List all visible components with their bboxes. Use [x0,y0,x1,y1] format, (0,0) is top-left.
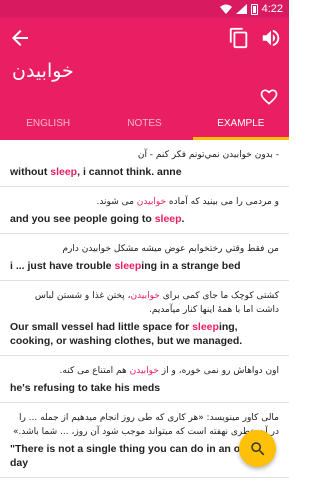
example-text: he's refusing to take his meds [10,382,161,394]
example-item[interactable]: - بدون خوابیدن نمي‌تونم فكر كنم - آن with… [0,140,289,187]
tab-bar: ENGLISH NOTES EXAMPLE [0,114,290,140]
highlighted-word: sleep [114,260,142,272]
example-text: "There is not a single thing you can do … [10,443,276,469]
example-english: he's refusing to take his meds [10,381,279,395]
volume-icon[interactable] [260,27,282,49]
copy-icon[interactable] [228,27,250,49]
word-title: خوابیدن [12,60,74,82]
example-text: i ... just have trouble [10,260,115,272]
search-icon [250,441,264,455]
example-text: and you see people going to [10,213,155,225]
search-fab[interactable] [239,430,276,467]
example-text: هم امتناع می کنه. [59,366,130,376]
example-list: - بدون خوابیدن نمي‌تونم فكر كنم - آن with… [0,140,289,482]
signal-icon [235,4,247,14]
example-text: without [10,166,51,178]
example-text: - بدون خوابیدن نمي‌تونم فكر كنم - آن [137,150,279,160]
app-bar: خوابیدن [0,18,289,114]
example-persian: و مردمی را می بینید که آماده خوابیدن می … [10,195,279,209]
example-text: مالی کاور مینویسد: «هر کاری که طی روز ان… [12,413,279,437]
example-persian: من فقط وقتي رختخوابم عوض ميشه مشكل خوابي… [10,242,279,256]
example-english: and you see people going to sleep. [10,212,279,226]
back-arrow-icon[interactable] [8,26,32,50]
highlighted-word: sleep [192,321,219,333]
clock: 4:22 [261,3,283,15]
example-text: . [181,213,185,225]
example-item[interactable]: کشتی کوچک ما جای کمی برای خوابیدن، پختن … [0,281,289,356]
example-english: i ... just have trouble sleeping in a st… [10,259,279,273]
example-text: ing in a strange bed [141,260,241,272]
example-persian: کشتی کوچک ما جای کمی برای خوابیدن، پختن … [10,289,279,317]
status-bar: 4:22 [0,0,289,18]
example-persian: - بدون خوابیدن نمي‌تونم فكر كنم - آن [10,148,279,162]
tab-notes[interactable]: NOTES [96,114,192,140]
example-text: کشتی کوچک ما جای کمی برای [159,291,279,301]
highlighted-word: sleep [50,166,78,178]
wifi-icon [219,4,232,14]
example-text: Our small vessel had little space for [10,321,193,333]
example-english: without sleep, i cannot think. anne [10,165,279,179]
example-text: می شوند. [96,197,137,207]
highlighted-word: خوابیدن [130,291,160,301]
highlighted-word: خوابیدن [129,366,159,376]
example-english: Our small vessel had little space for sl… [10,320,279,348]
example-text: و مردمی را می بینید که آماده [166,197,279,207]
example-persian: مالی کاور مینویسد: «هر کاری که طی روز ان… [10,411,279,439]
battery-icon [250,3,258,15]
highlighted-word: sleep [154,213,182,225]
example-text: من فقط وقتي رختخوابم عوض ميشه مشكل خوابي… [62,244,279,254]
tab-example[interactable]: EXAMPLE [192,114,290,140]
tab-english[interactable]: ENGLISH [0,114,96,140]
example-item[interactable]: و مردمی را می بینید که آماده خوابیدن می … [0,187,289,234]
example-item[interactable]: من فقط وقتي رختخوابم عوض ميشه مشكل خوابي… [0,234,289,281]
example-text: اون دواهاش رو نمی خوره، و از [158,366,279,376]
status-icons: 4:22 [219,2,283,16]
example-item[interactable]: اون دواهاش رو نمی خوره، و از خوابیدن هم … [0,356,289,403]
favorite-heart-icon[interactable] [259,87,279,107]
example-persian: اون دواهاش رو نمی خوره، و از خوابیدن هم … [10,364,279,378]
example-text: , i cannot think. anne [77,166,182,178]
highlighted-word: خوابیدن [136,197,167,207]
